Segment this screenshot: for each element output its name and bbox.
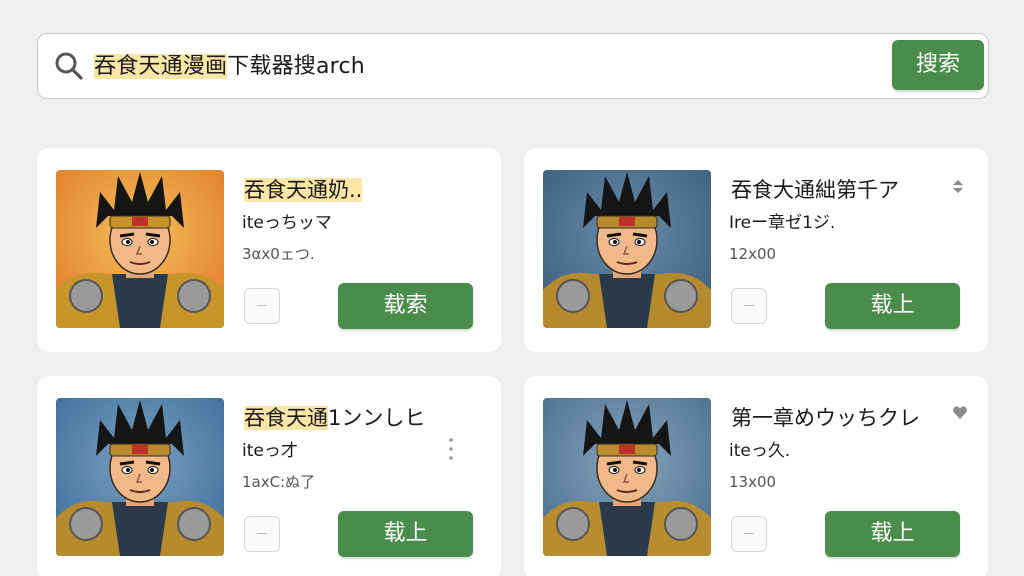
result-card-2[interactable]: 吞食大通絀第千ア Ireー章ゼ1ジ. 12x00 载上 bbox=[524, 148, 988, 352]
card-title: 吞食天通1ンンしヒ bbox=[244, 406, 426, 430]
search-input[interactable]: 吞食天通漫画下载器搜arch bbox=[94, 50, 365, 84]
result-card-4[interactable]: 第一章めウッちクレ iteっ久. 13x00 载上 bbox=[524, 376, 988, 576]
card-meta: 3αx0ェつ. bbox=[242, 245, 315, 263]
cover-thumbnail[interactable] bbox=[543, 398, 711, 556]
card-meta: 13x00 bbox=[729, 473, 777, 491]
download-button[interactable]: 载索 bbox=[338, 283, 473, 329]
card-title: 第一章めウッちクレ bbox=[731, 406, 920, 430]
sort-icon[interactable] bbox=[950, 178, 966, 194]
card-subtitle: iteっ才 bbox=[242, 441, 298, 461]
card-title: 吞食大通絀第千ア bbox=[731, 178, 899, 202]
hero-illustration bbox=[543, 170, 711, 328]
select-checkbox[interactable] bbox=[244, 516, 280, 552]
hero-illustration bbox=[56, 398, 224, 556]
search-bar[interactable]: 吞食天通漫画下载器搜arch 搜索 bbox=[37, 33, 989, 99]
select-checkbox[interactable] bbox=[731, 516, 767, 552]
search-button[interactable]: 搜索 bbox=[892, 40, 984, 90]
search-query-rest: 下载器搜arch bbox=[227, 54, 365, 79]
hero-illustration bbox=[56, 170, 224, 328]
result-card-3[interactable]: 吞食天通1ンンしヒ iteっ才 1axC:ぬ了 载上 bbox=[37, 376, 501, 576]
card-meta: 12x00 bbox=[729, 245, 777, 263]
download-button[interactable]: 载上 bbox=[338, 511, 473, 557]
cover-thumbnail[interactable] bbox=[56, 170, 224, 328]
select-checkbox[interactable] bbox=[731, 288, 767, 324]
more-options-icon[interactable] bbox=[447, 436, 455, 462]
card-subtitle: Ireー章ゼ1ジ. bbox=[729, 213, 836, 233]
card-meta: 1axC:ぬ了 bbox=[242, 473, 316, 491]
heart-icon[interactable] bbox=[952, 406, 968, 420]
download-button[interactable]: 载上 bbox=[825, 511, 960, 557]
search-query-highlight: 吞食天通漫画 bbox=[94, 54, 228, 79]
cover-thumbnail[interactable] bbox=[56, 398, 224, 556]
card-subtitle: iteっちッマ bbox=[242, 213, 332, 233]
hero-illustration bbox=[543, 398, 711, 556]
cover-thumbnail[interactable] bbox=[543, 170, 711, 328]
card-subtitle: iteっ久. bbox=[729, 441, 791, 461]
search-icon bbox=[55, 52, 83, 80]
download-button[interactable]: 载上 bbox=[825, 283, 960, 329]
result-card-1[interactable]: 吞食天通奶.. iteっちッマ 3αx0ェつ. 载索 bbox=[37, 148, 501, 352]
select-checkbox[interactable] bbox=[244, 288, 280, 324]
card-title: 吞食天通奶.. bbox=[244, 178, 363, 202]
